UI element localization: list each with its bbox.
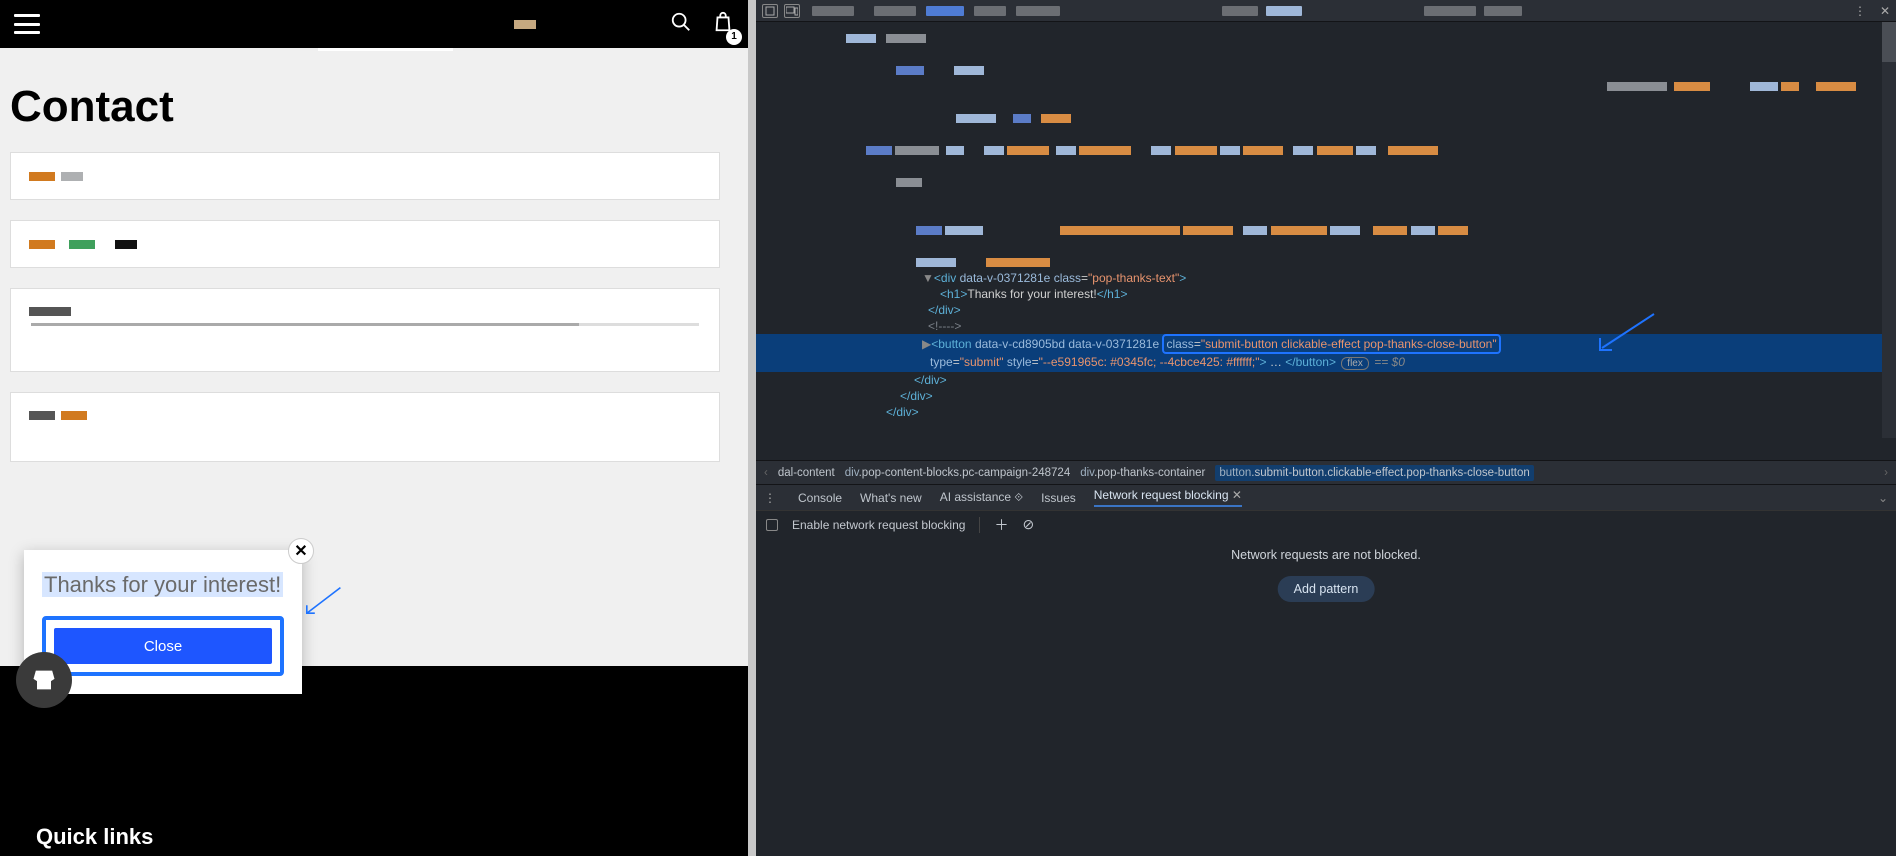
devtools-tab[interactable] [1222,6,1258,16]
breadcrumb-item-selected[interactable]: button.submit-button.clickable-effect.po… [1215,465,1533,481]
menu-icon[interactable] [14,14,40,34]
cart-button[interactable]: 1 [712,10,734,39]
tab-whats-new[interactable]: What's new [860,491,922,505]
annotation-arrow-right [1596,312,1656,352]
popup-close-button[interactable]: Close [54,628,272,664]
drawer-tabs: ⋮ Console What's new AI assistance ⟐ Iss… [756,484,1896,510]
devtools-tab[interactable] [812,6,854,16]
site-top-bar: 1 [0,0,748,48]
tab-network-request-blocking[interactable]: Network request blocking ✕ [1094,488,1242,507]
cart-count-badge: 1 [726,29,742,45]
devtools-main-toolbar: ⋮ ✕ [756,0,1896,22]
drawer-collapse-icon[interactable]: ⌄ [1878,491,1888,505]
devtools: ⋮ ✕ [756,0,1896,856]
devtools-tab[interactable] [1424,6,1476,16]
clear-patterns-icon[interactable]: ⊘ [1022,516,1034,533]
breadcrumb-scroll-right[interactable]: › [1884,467,1888,479]
tab-console[interactable]: Console [798,491,842,505]
not-blocked-message: Network requests are not blocked. [756,548,1896,562]
enable-blocking-checkbox[interactable] [766,519,778,531]
breadcrumb-item[interactable]: div.pop-thanks-container [1080,467,1205,479]
devtools-tab[interactable] [974,6,1006,16]
add-pattern-icon[interactable]: ＋ [994,515,1008,535]
page-viewport: 1 Contact [0,0,748,856]
devtools-tab-active[interactable] [926,6,964,16]
breadcrumb-item[interactable]: dal-content [778,467,835,479]
devtools-tab[interactable] [1484,6,1522,16]
flex-badge[interactable]: flex [1341,357,1369,370]
devtools-tab[interactable] [1266,6,1302,16]
enable-blocking-label: Enable network request blocking [792,518,965,532]
popup-close-highlight: Close [42,616,284,676]
site-logo [514,20,536,29]
devtools-more-icon[interactable]: ⋮ [1854,4,1866,18]
popup-close-icon[interactable]: ✕ [288,538,314,564]
code-tag: <div [934,271,956,285]
devtools-close-icon[interactable]: ✕ [1880,4,1890,18]
elements-panel[interactable]: ▼<div data-v-0371281e class="pop-thanks-… [756,22,1896,460]
tab-close-icon[interactable]: ✕ [1232,488,1242,502]
selected-eq0: == $0 [1374,355,1405,369]
elements-scrollbar[interactable] [1882,22,1896,438]
drawer-more-icon[interactable]: ⋮ [764,491,776,505]
pane-splitter[interactable] [748,0,756,856]
form-field-name[interactable] [10,152,720,200]
inspect-icon[interactable] [762,4,778,18]
form-field-message[interactable] [10,392,720,462]
network-blocking-body: Network requests are not blocked. Add pa… [756,538,1896,856]
elements-breadcrumb: ‹ dal-content div.pop-content-blocks.pc-… [756,460,1896,484]
devtools-tab[interactable] [874,6,916,16]
page-title: Contact [0,48,748,142]
footer-quick-links-heading: Quick links [36,824,153,850]
tab-issues[interactable]: Issues [1041,491,1076,505]
add-pattern-button[interactable]: Add pattern [1278,576,1375,602]
form-field-phone[interactable] [10,288,720,372]
tab-ai-assistance[interactable]: AI assistance ⟐ [940,490,1023,505]
annotation-arrow-left [302,586,342,616]
devtools-tab[interactable] [1016,6,1060,16]
chat-bubble-icon[interactable] [16,652,72,708]
popup-thanks-text: Thanks for your interest! [42,572,283,597]
network-blocking-toolbar: Enable network request blocking ＋ ⊘ [756,510,1896,538]
breadcrumb-scroll-left[interactable]: ‹ [764,467,768,479]
active-nav-indicator [318,48,453,51]
search-icon[interactable] [670,11,692,38]
breadcrumb-item[interactable]: div.pop-content-blocks.pc-campaign-24872… [845,467,1070,479]
sparkle-icon: ⟐ [1014,492,1023,504]
selected-element-line[interactable]: ▶<button data-v-cd8905bd data-v-0371281e… [756,334,1896,354]
form-field-email[interactable] [10,220,720,268]
device-icon[interactable] [784,4,800,18]
